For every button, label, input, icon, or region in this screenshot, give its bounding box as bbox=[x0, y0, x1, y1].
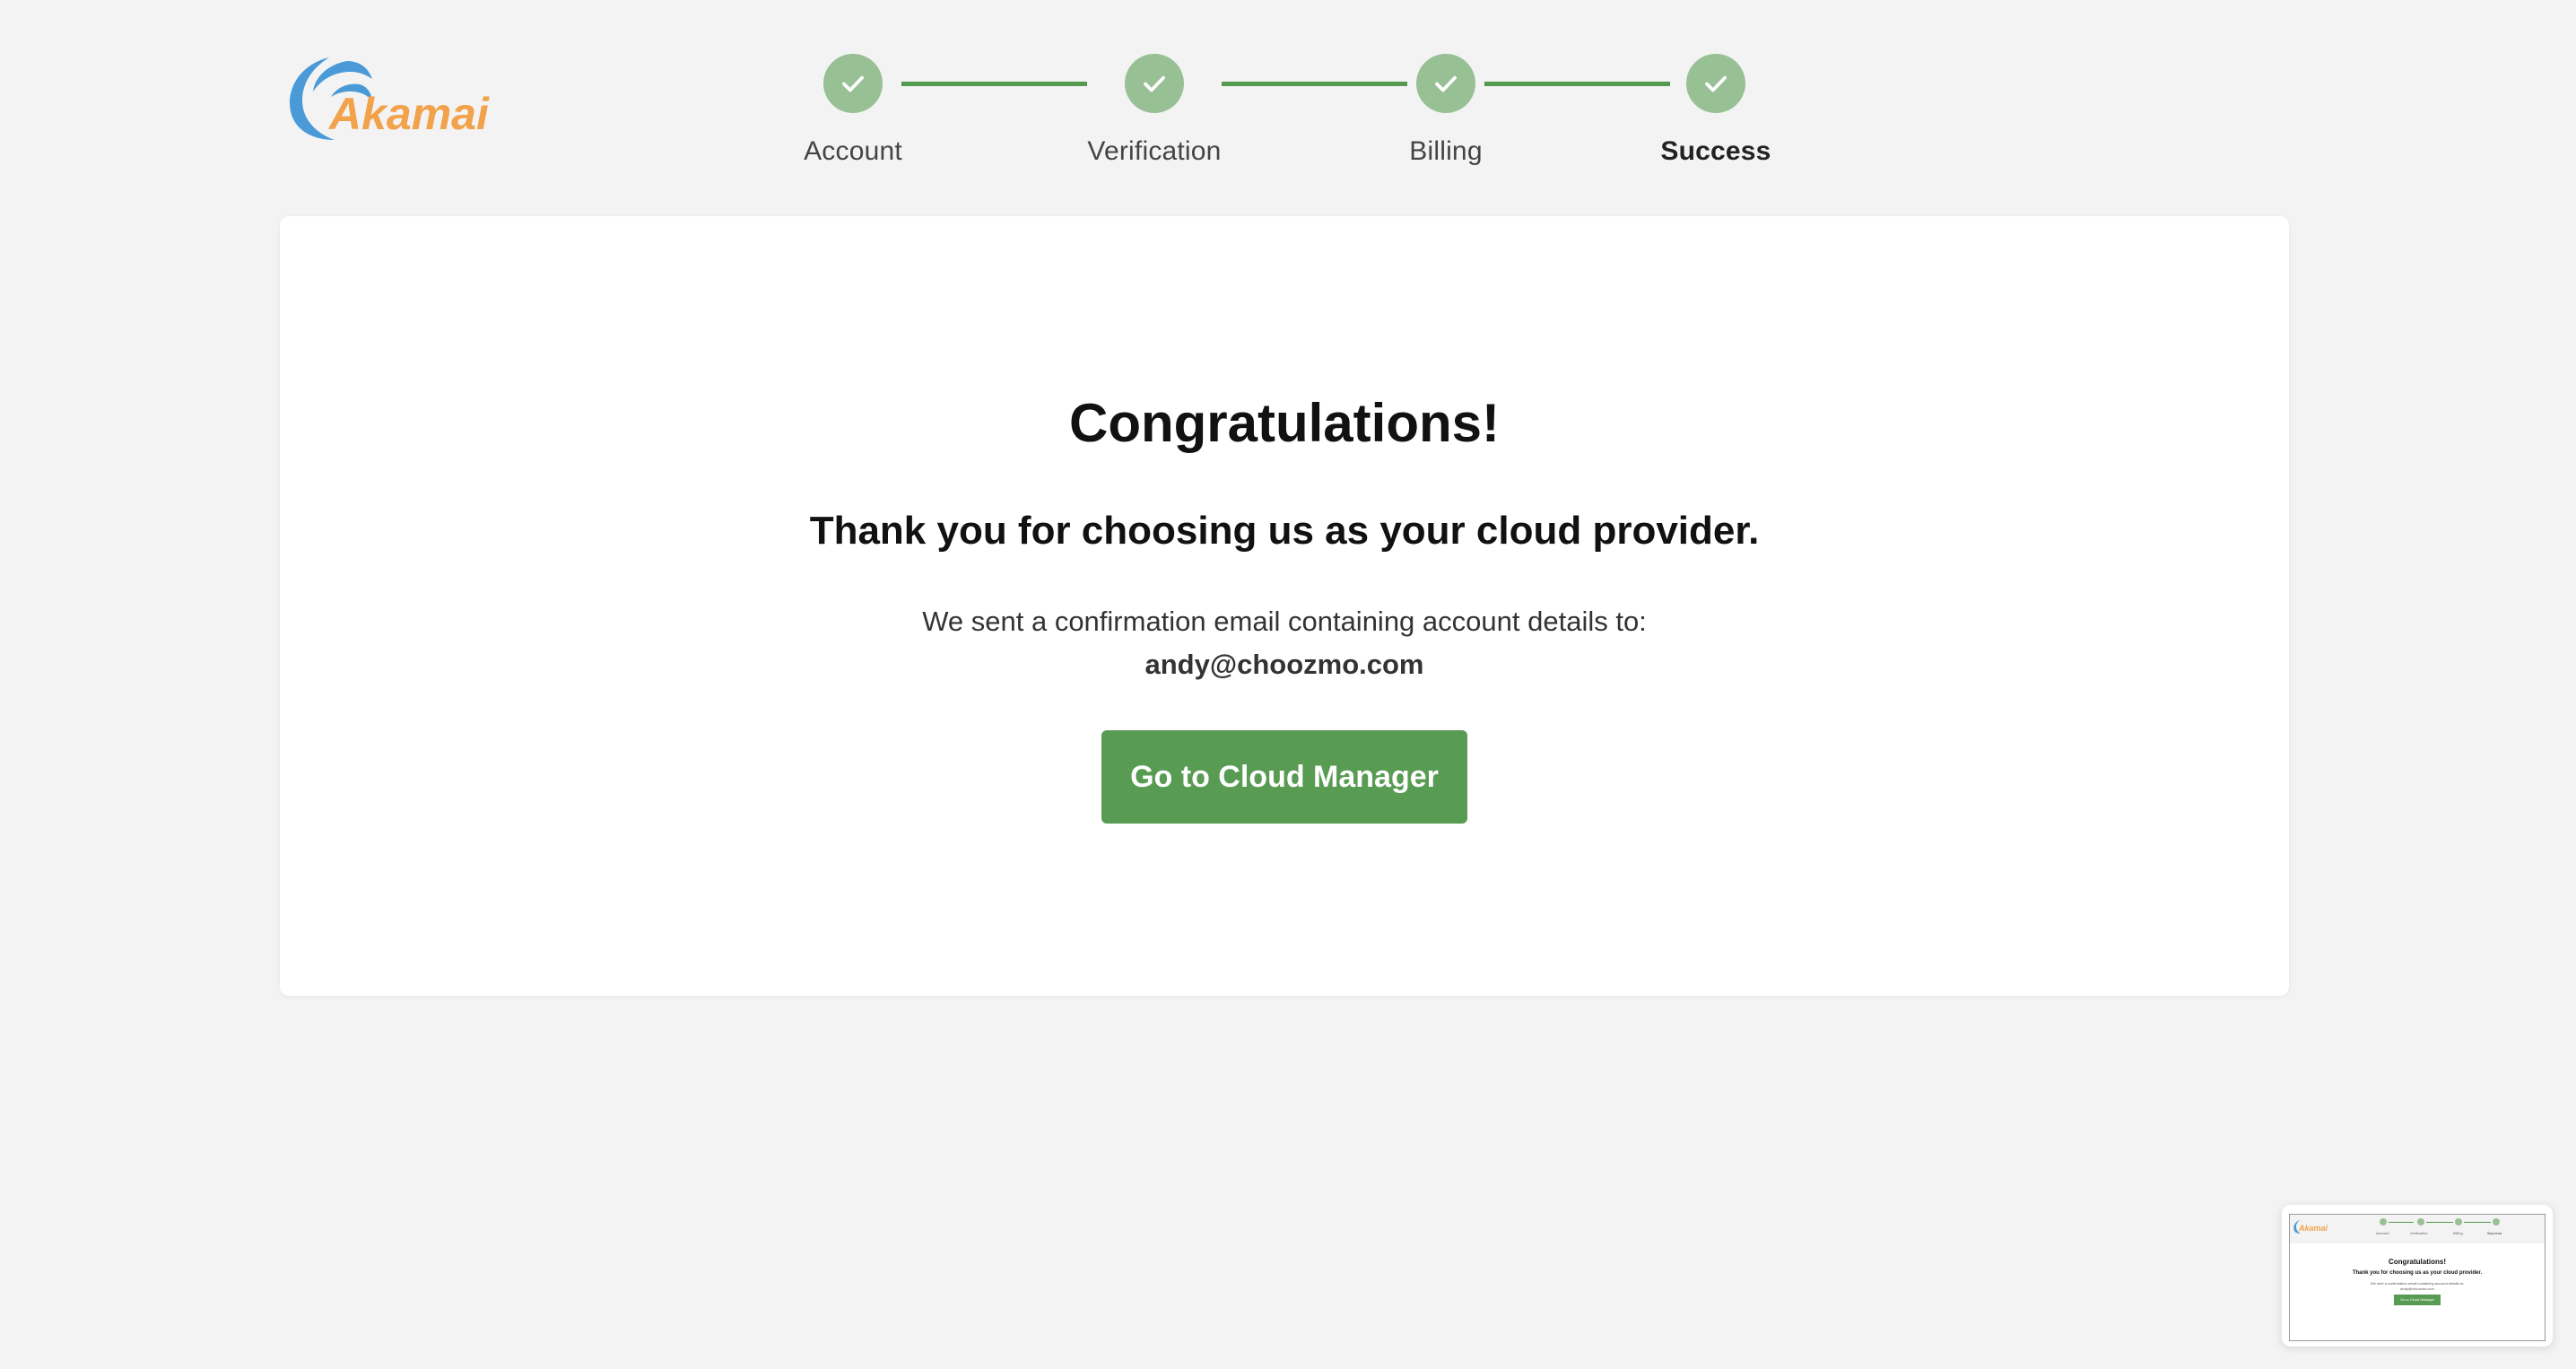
thumbnail-step-dot bbox=[2417, 1218, 2424, 1225]
step-complete-badge bbox=[1686, 54, 1745, 113]
confirmation-email-address: andy@choozmo.com bbox=[1144, 649, 1424, 680]
akamai-logo[interactable]: Akamai bbox=[283, 52, 498, 142]
thumbnail-connector bbox=[2389, 1222, 2414, 1223]
checkmark-icon bbox=[842, 75, 864, 92]
step-label: Success bbox=[1660, 136, 1771, 166]
thumbnail-sent-text: We sent a confirmation email containing … bbox=[2370, 1281, 2465, 1286]
svg-text:Akamai: Akamai bbox=[2298, 1224, 2328, 1233]
step-verification: Verification bbox=[1065, 54, 1244, 167]
thumbnail-header: Akamai Account Verification Billing Succ… bbox=[2290, 1215, 2545, 1243]
thank-you-message: Thank you for choosing us as your cloud … bbox=[809, 509, 1760, 553]
thumbnail-preview: Akamai Account Verification Billing Succ… bbox=[2289, 1214, 2546, 1341]
page-title: Congratulations! bbox=[1069, 393, 1500, 453]
thumbnail-title: Congratulations! bbox=[2389, 1258, 2446, 1266]
thumbnail-button: Go to Cloud Manager bbox=[2394, 1295, 2441, 1305]
step-account: Account bbox=[763, 54, 943, 167]
checkmark-icon bbox=[1144, 75, 1165, 92]
thumbnail-step-label: Verification bbox=[2410, 1231, 2428, 1235]
thumbnail-step-dot bbox=[2493, 1218, 2500, 1225]
step-billing: Billing bbox=[1356, 54, 1536, 167]
go-to-cloud-manager-button[interactable]: Go to Cloud Manager bbox=[1101, 730, 1467, 824]
step-complete-badge bbox=[823, 54, 883, 113]
screenshot-thumbnail[interactable]: Akamai Account Verification Billing Succ… bbox=[2282, 1205, 2553, 1347]
thumbnail-step-label: Success bbox=[2487, 1231, 2502, 1235]
success-card: Congratulations! Thank you for choosing … bbox=[280, 216, 2289, 996]
confirmation-email-notice: We sent a confirmation email containing … bbox=[922, 606, 1647, 637]
thumbnail-step-dot bbox=[2380, 1218, 2387, 1225]
thumbnail-subtitle: Thank you for choosing us as your cloud … bbox=[2352, 1270, 2483, 1276]
thumbnail-step-label: Account bbox=[2376, 1231, 2389, 1235]
thumbnail-connector bbox=[2426, 1222, 2453, 1223]
thumbnail-connector bbox=[2464, 1222, 2491, 1223]
thumbnail-step-label: Billing bbox=[2453, 1231, 2463, 1235]
checkmark-icon bbox=[1435, 75, 1457, 92]
step-success: Success bbox=[1626, 54, 1806, 167]
thumbnail-email: andy@choozmo.com bbox=[2400, 1286, 2434, 1291]
thumbnail-step-dot bbox=[2455, 1218, 2462, 1225]
akamai-wave-icon: Akamai bbox=[289, 57, 490, 140]
step-label: Account bbox=[804, 136, 902, 166]
step-label: Verification bbox=[1087, 136, 1222, 166]
step-label: Billing bbox=[1409, 136, 1483, 166]
svg-text:Akamai: Akamai bbox=[327, 89, 490, 139]
checkmark-icon bbox=[1705, 75, 1727, 92]
thumbnail-logo-icon: Akamai bbox=[2293, 1220, 2328, 1234]
step-complete-badge bbox=[1416, 54, 1475, 113]
signup-stepper: Account Verification Billing Success bbox=[780, 54, 1785, 179]
step-complete-badge bbox=[1125, 54, 1184, 113]
